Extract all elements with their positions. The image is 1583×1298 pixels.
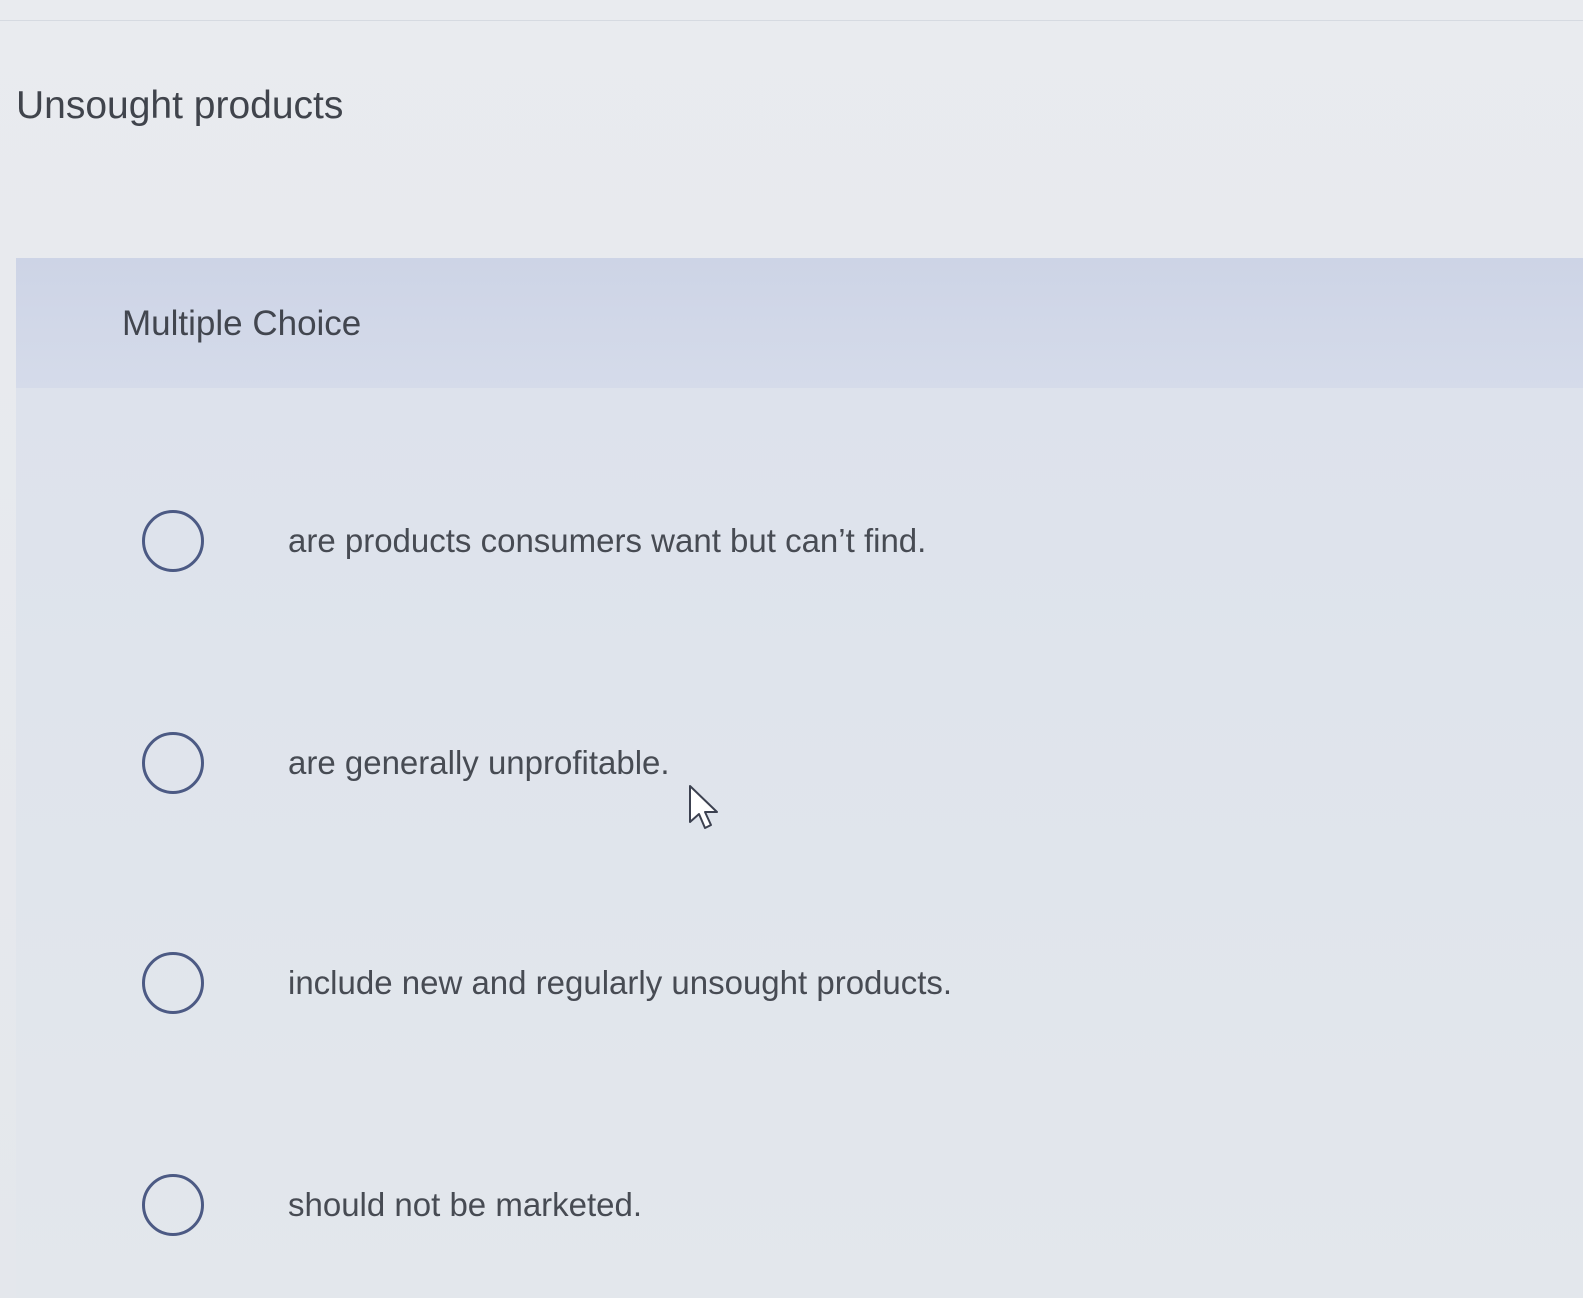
- question-prompt: Unsought products: [16, 84, 344, 127]
- top-divider: [0, 20, 1583, 21]
- answer-option-4[interactable]: should not be marketed.: [142, 1168, 1242, 1248]
- radio-circle-icon[interactable]: [142, 1174, 204, 1236]
- answer-option-label: are products consumers want but can’t fi…: [288, 522, 927, 559]
- radio-circle-icon[interactable]: [142, 732, 204, 794]
- answer-option-label: are generally unprofitable.: [288, 744, 670, 781]
- multiple-choice-panel: Multiple Choice are products consumers w…: [16, 258, 1583, 1298]
- question-type-label: Multiple Choice: [122, 304, 362, 343]
- radio-circle-icon[interactable]: [142, 510, 204, 572]
- answer-option-label: should not be marketed.: [288, 1186, 643, 1223]
- answer-option-1[interactable]: are products consumers want but can’t fi…: [142, 504, 1242, 584]
- answer-option-3[interactable]: include new and regularly unsought produ…: [142, 946, 1242, 1026]
- radio-circle-icon[interactable]: [142, 952, 204, 1014]
- answer-option-label: include new and regularly unsought produ…: [288, 964, 953, 1001]
- mouse-pointer-icon: [689, 785, 718, 829]
- choice-header-band: Multiple Choice: [16, 258, 1583, 388]
